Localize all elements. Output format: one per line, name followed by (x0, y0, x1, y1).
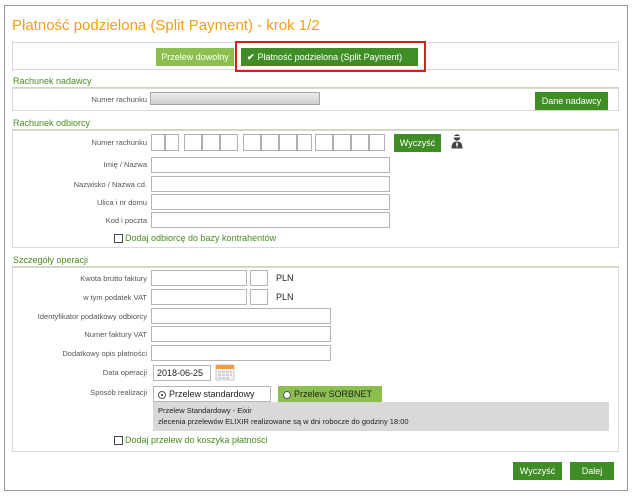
recipient-name-input[interactable] (151, 157, 390, 173)
account-group-4[interactable] (243, 134, 261, 151)
recipient-section-title: Rachunek odbiorcy (13, 118, 91, 128)
vat-label: w tym podatek VAT (83, 293, 147, 302)
sender-data-button[interactable]: Dane nadawcy (535, 92, 608, 110)
tax-id-input[interactable] (151, 308, 331, 324)
add-to-contacts-label[interactable]: Dodaj odbiorcę do bazy kontrahentów (125, 233, 276, 243)
account-group-11[interactable] (369, 134, 385, 151)
page-title: Płatność podzielona (Split Payment) - kr… (12, 17, 320, 34)
method-label: Sposób realizacji (90, 388, 147, 397)
account-group-6[interactable] (279, 134, 297, 151)
clear-button[interactable]: Wyczyść (513, 462, 562, 480)
operation-section-title: Szczegóły operacji (13, 255, 89, 265)
vat-whole-input[interactable] (151, 289, 247, 305)
account-group-9[interactable] (333, 134, 351, 151)
description-label: Dodatkowy opis płatności (62, 349, 147, 358)
sender-account-label: Numer rachunku (91, 95, 147, 104)
gross-amount-currency: PLN (276, 273, 294, 283)
account-group-2[interactable] (202, 134, 220, 151)
method-sorbnet-option[interactable]: Przelew SORBNET (278, 386, 382, 402)
tab-free-transfer[interactable]: Przelew dowolny (156, 48, 234, 66)
invoice-number-input[interactable] (151, 326, 331, 342)
recipient-street-input[interactable] (151, 194, 390, 210)
account-group-5[interactable] (261, 134, 279, 151)
account-group-7[interactable] (297, 134, 312, 151)
add-to-basket-checkbox[interactable] (114, 436, 123, 445)
date-input[interactable]: 2018-06-25 (153, 365, 211, 381)
account-group-8[interactable] (315, 134, 333, 151)
tab-split-payment[interactable]: ✔ Płatność podzielona (Split Payment) (241, 48, 418, 66)
method-standard-option[interactable]: Przelew standardowy (153, 386, 271, 402)
account-check-digits-1[interactable] (151, 134, 165, 151)
calendar-icon[interactable] (215, 363, 235, 381)
method-standard-label: Przelew standardowy (169, 389, 255, 399)
method-sorbnet-label: Przelew SORBNET (294, 389, 373, 399)
gross-amount-cents-input[interactable] (250, 270, 268, 286)
recipient-street-label: Ulica i nr domu (96, 198, 147, 207)
recipient-postcode-label: Kod i poczta (105, 216, 147, 225)
date-label: Data operacji (102, 368, 147, 377)
sender-section-title: Rachunek nadawcy (13, 76, 92, 86)
person-icon[interactable] (450, 133, 464, 149)
invoice-number-label: Numer faktury VAT (84, 330, 147, 339)
radio-selected-icon (158, 390, 166, 399)
recipient-name-label: Imię / Nazwa (103, 160, 147, 169)
gross-amount-whole-input[interactable] (151, 270, 247, 286)
recipient-clear-button[interactable]: Wyczyść (394, 134, 441, 152)
gross-amount-label: Kwota brutto faktury (80, 274, 147, 283)
method-info-title: Przelew Standardowy - Eixir (158, 406, 252, 415)
method-info-box: Przelew Standardowy - Eixir zlecenia prz… (153, 402, 609, 431)
add-to-contacts-checkbox[interactable] (114, 234, 123, 243)
recipient-postcode-input[interactable] (151, 212, 390, 228)
vat-currency: PLN (276, 292, 294, 302)
account-group-10[interactable] (351, 134, 369, 151)
next-button[interactable]: Dalej (570, 462, 614, 480)
recipient-account-label: Numer rachunku (91, 138, 147, 147)
recipient-surname-input[interactable] (151, 176, 390, 192)
recipient-surname-label: Nazwisko / Nazwa cd. (73, 180, 147, 189)
tab-split-payment-label: Płatność podzielona (Split Payment) (257, 52, 403, 62)
vat-cents-input[interactable] (250, 289, 268, 305)
description-input[interactable] (151, 345, 331, 361)
account-group-3[interactable] (220, 134, 238, 151)
radio-unselected-icon (283, 390, 291, 399)
add-to-basket-label[interactable]: Dodaj przelew do koszyka płatności (125, 435, 268, 445)
method-info-text: zlecenia przelewów ELIXIR realizowane są… (158, 417, 409, 426)
check-icon: ✔ (247, 52, 255, 62)
account-check-digits-2[interactable] (165, 134, 179, 151)
account-group-1[interactable] (184, 134, 202, 151)
sender-account-field[interactable] (150, 92, 320, 105)
tax-id-label: Identyfikator podatkowy odbiorcy (37, 312, 147, 321)
